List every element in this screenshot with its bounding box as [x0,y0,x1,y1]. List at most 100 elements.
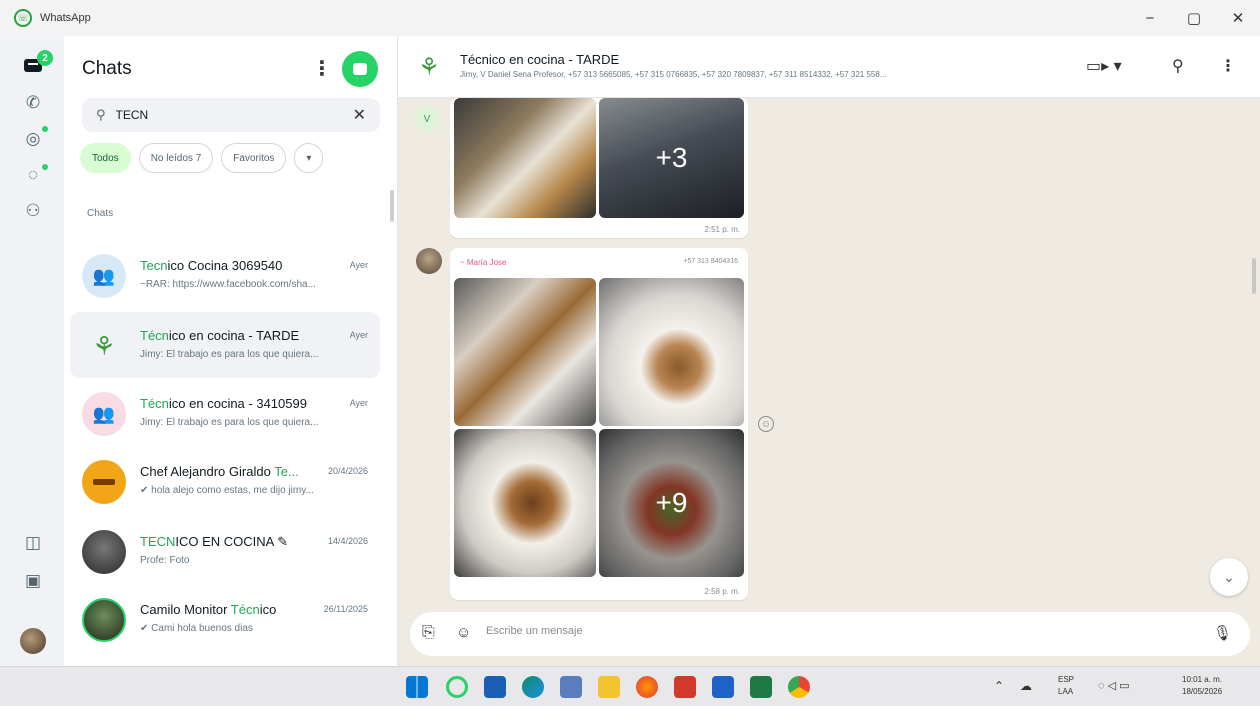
group-avatar-icon: 👥 [82,254,126,298]
chat-name: Tecnico Cocina 3069540 [140,258,283,273]
sender-phone: +57 313 8404316 [683,258,738,265]
language-top[interactable]: ESP [1058,675,1074,684]
window-titlebar: ☏ WhatsApp − ▢ ✕ [0,0,1260,36]
taskbar: ⌃ ☁ ESP LAA ◌ ◁ ▭ 10:01 a. m. 18/05/2026 [0,666,1260,706]
filter-favorites[interactable]: Favoritos [221,143,287,173]
status-nav-icon[interactable]: ◎ [22,128,44,150]
message-time: 2:58 p. m. [704,587,740,596]
word-icon[interactable] [712,676,734,698]
whatsapp-logo-icon: ☏ [14,9,32,27]
photo-thumbnail[interactable] [454,429,596,577]
chat-name: Chef Alejandro Giraldo Te... [140,464,299,479]
menu-icon[interactable]: ⋮ [312,56,332,80]
attach-icon[interactable]: ⎘ [422,624,435,642]
firefox-icon[interactable] [636,676,658,698]
photo-thumbnail[interactable]: +9 [599,429,744,577]
start-icon[interactable] [406,676,428,698]
whatsapp-taskbar-icon[interactable] [446,676,468,698]
menu-icon[interactable]: ⋮ [1220,56,1236,76]
language-bottom[interactable]: LAA [1058,687,1073,696]
channels-nav-icon[interactable]: ◌ [22,164,44,186]
sender-name: ~ María Jose [460,258,507,267]
filter-unread[interactable]: No leídos 7 [138,143,214,173]
search-icon: ⚲ [96,107,106,122]
message-time: 2:51 p. m. [704,225,740,234]
close-button[interactable]: ✕ [1216,0,1260,36]
chat-list-item[interactable]: Chef Alejandro Giraldo Te... 20/4/2026 ✔… [70,448,380,514]
emoji-icon[interactable]: ☺ [456,624,471,641]
channels-dot [42,164,48,170]
filter-chips: Todos No leídos 7 Favoritos ▾ [80,143,324,173]
wifi-volume-battery-icon[interactable]: ◌ ◁ ▭ [1098,679,1130,692]
chat-name: Camilo Monitor Técnico [140,602,277,617]
message-bubble[interactable]: +3 2:51 p. m. [450,98,748,238]
chat-preview: Jimy: El trabajo es para los que quiera.… [140,417,319,428]
chat-name: TECNICO EN COCINA ✎ [140,534,289,549]
maximize-button[interactable]: ▢ [1172,0,1216,36]
tray-expand-icon[interactable]: ⌃ [994,679,1004,693]
group-avatar-icon: 👥 [82,392,126,436]
chat-time: 20/4/2026 [327,466,368,476]
chat-time: 26/11/2025 [323,604,368,614]
new-chat-button[interactable] [342,51,378,87]
chat-list-item[interactable]: 👥 Técnico en cocina - 3410599 Ayer Jimy:… [70,380,380,446]
archive-nav-icon[interactable]: ▣ [22,570,44,592]
chrome-icon[interactable] [788,676,810,698]
chat-list-item[interactable]: ⚘ Técnico en cocina - TARDE Ayer Jimy: E… [70,312,380,378]
chat-name: Técnico en cocina - 3410599 [140,396,307,411]
search-box: ⚲ ✕ [82,98,380,132]
store-icon[interactable] [484,676,506,698]
conversation-scrollbar[interactable] [1252,258,1256,294]
filter-all[interactable]: Todos [80,143,131,173]
media-nav-icon[interactable]: ◫ [22,532,44,554]
photo-thumbnail[interactable] [454,278,596,426]
scroll-to-bottom-button[interactable]: ⌄ [1210,558,1248,596]
clock-time[interactable]: 10:01 a. m. [1182,675,1222,684]
sender-avatar: V [414,106,440,132]
more-photos-count: +3 [599,98,744,218]
message-input[interactable]: Escribe un mensaje [486,625,583,637]
contact-photo-avatar [82,598,126,642]
photo-thumbnail[interactable] [599,278,744,426]
network-app-icon[interactable]: ☁ [1020,679,1032,693]
edge-icon[interactable] [522,676,544,698]
chat-time: Ayer [349,398,368,408]
microphone-icon[interactable]: 🎙 [1213,624,1232,642]
chat-list-item[interactable]: TECNICO EN COCINA ✎ 14/4/2026 Profe: Fot… [70,518,380,584]
search-input[interactable] [115,108,316,122]
clock-date[interactable]: 18/05/2026 [1182,687,1222,696]
conversation-header[interactable]: ⚘ Técnico en cocina - TARDE Jimy, V Dani… [398,36,1260,98]
status-dot [42,126,48,132]
section-label: Chats [87,208,114,219]
chats-title: Chats [82,58,132,79]
chat-preview: ✔ Cami hola buenos dias [140,623,253,634]
filter-more[interactable]: ▾ [294,143,324,173]
chat-list-item[interactable]: Camilo Monitor Técnico 26/11/2025 ✔ Cami… [70,586,380,652]
chat-list-item[interactable] [70,654,380,666]
chat-list-scrollbar[interactable] [390,190,394,222]
calculator-icon[interactable] [560,676,582,698]
calls-nav-icon[interactable]: ✆ [22,92,44,114]
minimize-button[interactable]: − [1128,0,1172,36]
chat-list-panel: Chats ⋮ ⚲ ✕ Todos No leídos 7 Favoritos … [64,36,398,666]
unread-badge: 2 [37,50,53,66]
video-call-icon[interactable]: ▭▸ ▾ [1086,56,1122,76]
excel-icon[interactable] [750,676,772,698]
clear-search-icon[interactable]: ✕ [353,105,366,125]
photo-thumbnail[interactable]: +3 [599,98,744,218]
search-icon[interactable]: ⚲ [1172,56,1184,76]
react-emoji-icon[interactable]: ☺ [758,416,774,432]
app-icon-red[interactable] [674,676,696,698]
communities-nav-icon[interactable]: ⚇ [22,200,44,222]
photo-thumbnail[interactable] [454,98,596,218]
file-explorer-icon[interactable] [598,676,620,698]
chat-preview: ✔ hola alejo como estas, me dijo jimy... [140,485,314,496]
more-photos-count: +9 [599,429,744,577]
chat-preview: Profe: Foto [140,555,190,566]
conversation-pane: ⚘ Técnico en cocina - TARDE Jimy, V Dani… [398,36,1260,666]
chat-preview: ~RAR: https://www.facebook.com/sha... [140,279,316,290]
profile-avatar[interactable] [20,628,46,654]
chat-list-item[interactable]: 👥 Tecnico Cocina 3069540 Ayer ~RAR: http… [70,242,380,308]
message-bubble[interactable]: ~ María Jose +57 313 8404316 +9 2:58 p. … [450,248,748,600]
chat-time: Ayer [349,330,368,340]
